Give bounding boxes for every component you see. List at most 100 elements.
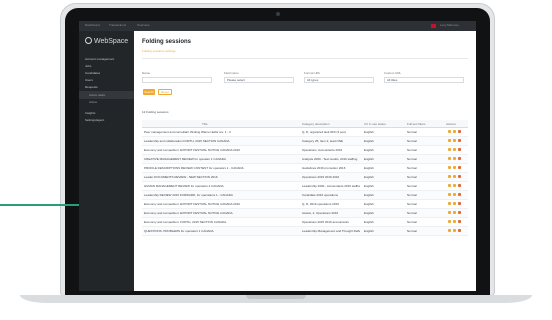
laptop-screen: Dashboard Transactions Overview Lucy Mar… xyxy=(79,21,476,291)
edit-icon[interactable] xyxy=(448,148,451,151)
delete-icon[interactable] xyxy=(458,220,461,223)
table-row[interactable]: Economy and competition: FORTH, 2015 SEC… xyxy=(142,218,468,227)
view-icon[interactable] xyxy=(453,184,456,187)
view-icon[interactable] xyxy=(453,193,456,196)
table-row[interactable]: Leader DOCUMENTS REVIEW - NEW SECTION 20… xyxy=(142,173,468,182)
table-row[interactable]: CREATIVE MANAGEMENT REVIEW for operator … xyxy=(142,155,468,164)
page-title: Folding sessions xyxy=(142,39,192,45)
language-flag-icon[interactable] xyxy=(431,24,436,28)
table-cell: Economy and competition: EXPORT FESTIVAL… xyxy=(144,211,233,215)
divider xyxy=(142,58,468,59)
sidebar-item-requests[interactable]: Requests xyxy=(85,85,98,89)
column-header[interactable]: Actions xyxy=(446,122,456,126)
delete-icon[interactable] xyxy=(458,202,461,205)
field-name-select[interactable]: Please select xyxy=(224,77,294,83)
table-cell: Normal xyxy=(407,220,417,224)
sidebar-item-active-tasks[interactable]: Active tasks xyxy=(89,93,105,97)
edit-icon[interactable] xyxy=(448,193,451,196)
table-row[interactable]: Peer management and consultant thinking … xyxy=(142,128,468,137)
edit-icon[interactable] xyxy=(448,166,451,169)
table-cell: English xyxy=(364,202,374,206)
view-icon[interactable] xyxy=(453,202,456,205)
delete-icon[interactable] xyxy=(458,184,461,187)
table-header: Title Category description CV in use sta… xyxy=(142,120,468,128)
view-icon[interactable] xyxy=(453,211,456,214)
table-cell: QUESTIONS: PROBLEMS for operators 1 CANA… xyxy=(144,229,214,233)
format-url-select[interactable]: All types xyxy=(304,77,374,83)
table-cell: Analysis 2000 - Test results, 2016 staff… xyxy=(302,157,358,161)
breadcrumb-item[interactable]: Dashboard xyxy=(85,23,100,27)
table-cell: English xyxy=(364,184,374,188)
table-row[interactable]: Economy and competition: EXPORT FESTIVAL… xyxy=(142,146,468,155)
column-header[interactable]: Category description xyxy=(302,122,330,126)
sidebar-item-candidates[interactable]: Candidates xyxy=(85,71,100,75)
table-cell: Category 25, Item 2, lead ONE xyxy=(302,139,344,143)
search-button[interactable]: Search xyxy=(143,89,155,95)
edit-icon[interactable] xyxy=(448,202,451,205)
table-cell: Normal xyxy=(407,166,417,170)
table-cell: Normal xyxy=(407,184,417,188)
breadcrumb-item[interactable]: Transactions xyxy=(109,23,126,27)
delete-icon[interactable] xyxy=(458,175,461,178)
view-icon[interactable] xyxy=(453,175,456,178)
table-row[interactable]: Economy and competition: EXPORT FESTIVAL… xyxy=(142,209,468,218)
delete-icon[interactable] xyxy=(458,148,461,151)
view-icon[interactable] xyxy=(453,139,456,142)
sidebar-item-insights[interactable]: Insights xyxy=(85,111,95,115)
delete-icon[interactable] xyxy=(458,166,461,169)
edit-icon[interactable] xyxy=(448,229,451,232)
delete-icon[interactable] xyxy=(458,211,461,214)
column-header[interactable]: Full text filters xyxy=(407,122,426,126)
edit-icon[interactable] xyxy=(448,175,451,178)
sidebar-item-users[interactable]: Users xyxy=(85,78,93,82)
delete-icon[interactable] xyxy=(458,139,461,142)
table-cell: English xyxy=(364,229,374,233)
table-row[interactable]: PROFILE DESCRIPTIONS REVIEW CONTENT for … xyxy=(142,164,468,173)
table-cell: Normal xyxy=(407,193,417,197)
sidebar: WebSpace Account management Jobs Candida… xyxy=(79,31,134,291)
column-header[interactable]: Title xyxy=(202,122,208,126)
view-icon[interactable] xyxy=(453,229,456,232)
view-icon[interactable] xyxy=(453,166,456,169)
breadcrumb-item[interactable]: Overview xyxy=(137,23,150,27)
edit-icon[interactable] xyxy=(448,130,451,133)
view-icon[interactable] xyxy=(453,130,456,133)
edit-icon[interactable] xyxy=(448,220,451,223)
sidebar-item-account[interactable]: Account management xyxy=(85,57,114,61)
pointer-line xyxy=(0,204,80,206)
name-filter-input[interactable] xyxy=(142,77,212,83)
view-icon[interactable] xyxy=(453,157,456,160)
edit-icon[interactable] xyxy=(448,184,451,187)
table-cell: English xyxy=(364,157,374,161)
table-cell: Leadership Management and Thought Reflec… xyxy=(302,229,360,233)
table-row[interactable]: Leadership REVIEW 2016 FORWARD, for oper… xyxy=(142,191,468,200)
page-subtitle-link[interactable]: Folding sessions settings xyxy=(142,49,176,53)
sidebar-item-active[interactable]: Active xyxy=(89,100,97,104)
sidebar-item-settings[interactable]: Settings/agent xyxy=(85,118,104,122)
view-icon[interactable] xyxy=(453,220,456,223)
filter-label: Format URL xyxy=(304,71,321,75)
table-row[interactable]: Economy and competition: EXPORT FESTIVAL… xyxy=(142,200,468,209)
delete-icon[interactable] xyxy=(458,157,461,160)
table-cell: CREATIVE MANAGEMENT REVIEW for operator … xyxy=(144,157,226,161)
table-cell: Normal xyxy=(407,157,417,161)
sidebar-item-jobs[interactable]: Jobs xyxy=(85,64,91,68)
edit-icon[interactable] xyxy=(448,139,451,142)
view-icon[interactable] xyxy=(453,148,456,151)
delete-icon[interactable] xyxy=(458,193,461,196)
edit-icon[interactable] xyxy=(448,157,451,160)
custom-url-select[interactable]: All titles xyxy=(384,77,464,83)
table-row[interactable]: QUESTIONS: PROBLEMS for operators 1 CANA… xyxy=(142,227,468,236)
table-row[interactable]: Leadership and collaboration FORTH, 2015… xyxy=(142,137,468,146)
table-row[interactable]: HUMAN MANAGEMENT REVIEW for operators 2 … xyxy=(142,182,468,191)
app-logo[interactable]: WebSpace xyxy=(85,37,128,45)
edit-icon[interactable] xyxy=(448,211,451,214)
reset-button[interactable]: Reset xyxy=(158,89,172,95)
column-header[interactable]: CV in use status xyxy=(364,122,386,126)
delete-icon[interactable] xyxy=(458,130,461,133)
table-cell: Normal xyxy=(407,139,417,143)
delete-icon[interactable] xyxy=(458,229,461,232)
user-menu[interactable]: Lucy Maroney xyxy=(440,23,459,27)
table-cell: English xyxy=(364,148,374,152)
table-cell: English xyxy=(364,175,374,179)
